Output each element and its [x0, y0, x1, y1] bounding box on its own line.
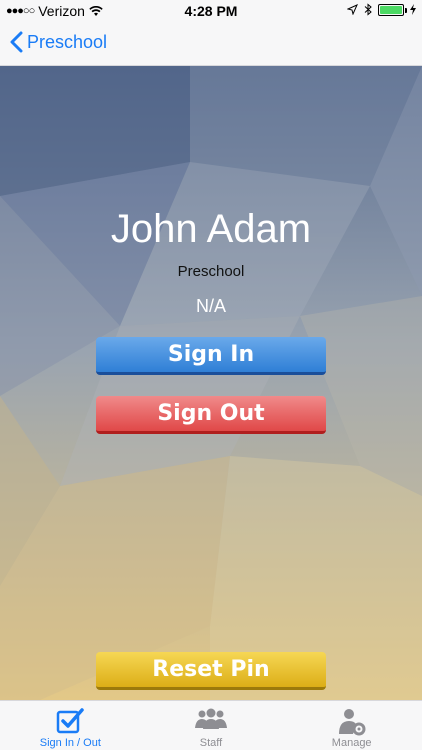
bluetooth-icon — [364, 3, 372, 16]
person-name: John Adam — [110, 207, 312, 251]
reset-pin-button[interactable]: Reset Pin — [96, 652, 326, 690]
navigation-bar: Preschool — [0, 22, 422, 66]
sign-out-button[interactable]: Sign Out — [96, 396, 326, 434]
status-bar: ●●●○○ Verizon 4:28 PM — [0, 0, 422, 22]
manage-user-icon — [338, 709, 366, 736]
back-button[interactable]: Preschool — [10, 31, 107, 53]
back-label: Preschool — [27, 31, 108, 52]
person-status: N/A — [195, 296, 226, 316]
battery-icon — [378, 3, 407, 16]
tab-manage[interactable]: Manage — [281, 701, 422, 750]
people-icon — [195, 708, 227, 729]
charging-icon — [410, 4, 416, 15]
tab-label: Staff — [199, 737, 223, 749]
polygon-background — [0, 66, 422, 700]
status-right — [347, 3, 416, 16]
location-icon — [347, 4, 358, 15]
top-bar: ●●●○○ Verizon 4:28 PM Preschool — [0, 0, 422, 66]
tab-bar: Sign In / Out Staff Manage — [0, 700, 422, 750]
person-group: Preschool — [177, 263, 245, 280]
checkbox-icon — [57, 708, 85, 734]
chevron-left-icon — [10, 31, 23, 53]
tab-icon-wrap — [281, 708, 422, 736]
main-content: John Adam Preschool N/A Sign In Sign Out… — [0, 66, 422, 700]
tab-staff[interactable]: Staff — [141, 701, 282, 750]
tab-sign-in-out[interactable]: Sign In / Out — [0, 701, 141, 750]
tab-icon-wrap — [141, 708, 282, 730]
tab-icon-wrap — [0, 708, 141, 734]
sign-in-button[interactable]: Sign In — [96, 337, 326, 375]
tab-label: Manage — [331, 737, 372, 749]
tab-label: Sign In / Out — [39, 737, 101, 749]
